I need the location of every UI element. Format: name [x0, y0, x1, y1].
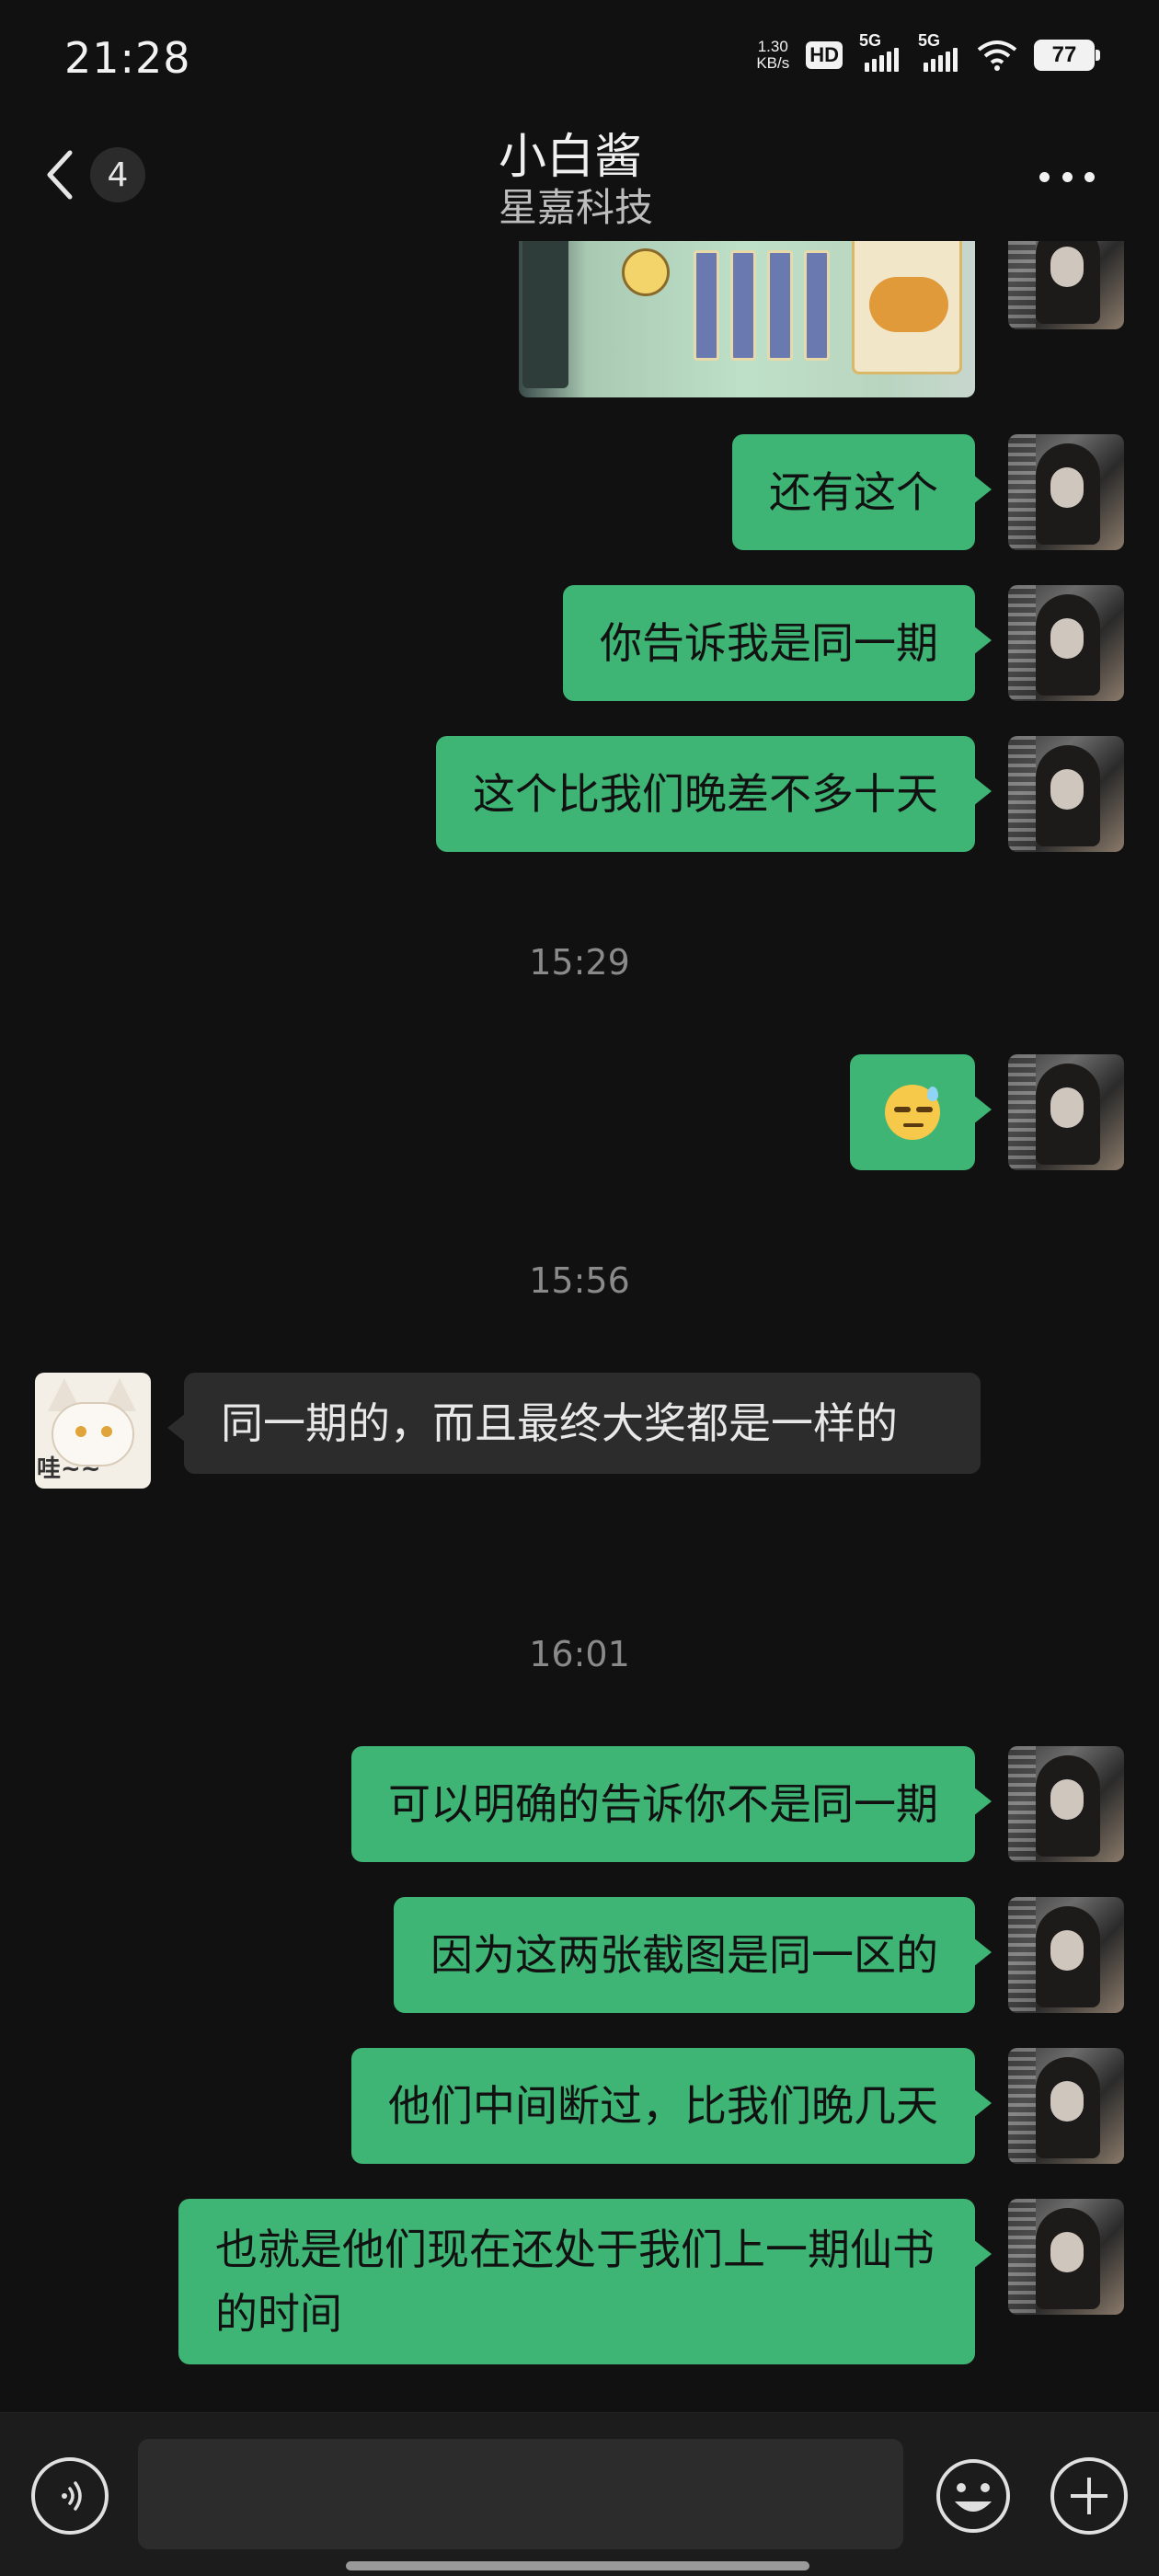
dot-icon: [1084, 171, 1095, 182]
dot-icon: [1061, 171, 1073, 182]
message-bubble-sent[interactable]: 这个比我们晚差不多十天: [436, 736, 992, 852]
my-avatar[interactable]: [1008, 2048, 1124, 2164]
unread-count-badge: 4: [90, 147, 145, 202]
message-list[interactable]: 还有这个 你告诉我是同一期 这个比我们晚差不多十天 15:29 15:56 哇~…: [0, 241, 1159, 2412]
back-button[interactable]: 4: [40, 138, 160, 212]
my-avatar[interactable]: [1008, 1746, 1124, 1862]
input-bar: [0, 2412, 1159, 2576]
my-avatar[interactable]: [1008, 241, 1124, 329]
status-bar: 21:28 1.30 KB/s HD 5G 5G 77: [0, 0, 1159, 120]
dot-icon: [1039, 171, 1050, 182]
my-avatar[interactable]: [1008, 1054, 1124, 1170]
my-avatar[interactable]: [1008, 736, 1124, 852]
message-input[interactable]: [138, 2439, 903, 2549]
message-row: 还有这个: [0, 434, 1159, 550]
message-row: 这个比我们晚差不多十天: [0, 736, 1159, 852]
message-row: 也就是他们现在还处于我们上一期仙书的时间: [0, 2199, 1159, 2374]
status-icons: 1.30 KB/s HD 5G 5G 77: [756, 31, 1100, 72]
voice-button[interactable]: [31, 2457, 109, 2535]
my-avatar[interactable]: [1008, 434, 1124, 550]
message-bubble-sent[interactable]: [850, 1054, 992, 1170]
voice-icon: [62, 2481, 82, 2511]
prize-display: [852, 241, 962, 374]
emoji-icon[interactable]: [935, 2457, 1012, 2535]
timestamp: 15:29: [529, 942, 630, 983]
message-row: 可以明确的告诉你不是同一期: [0, 1746, 1159, 1862]
my-avatar[interactable]: [1008, 585, 1124, 701]
message-bubble-sent[interactable]: 还有这个: [732, 434, 992, 550]
home-indicator[interactable]: [346, 2561, 809, 2570]
chevron-left-icon: [47, 150, 73, 200]
message-row: 他们中间断过，比我们晚几天: [0, 2048, 1159, 2164]
message-bubble-sent[interactable]: 你告诉我是同一期: [563, 585, 992, 701]
chat-subtitle: 星嘉科技: [499, 185, 654, 230]
sweat-smile-emoji-icon: [885, 1085, 940, 1140]
message-bubble-received[interactable]: 同一期的，而且最终大奖都是一样的: [167, 1373, 981, 1474]
message-bubble-sent[interactable]: 因为这两张截图是同一区的: [394, 1897, 992, 2013]
plus-icon[interactable]: [1050, 2457, 1128, 2535]
timestamp: 15:56: [529, 1260, 630, 1301]
my-avatar[interactable]: [1008, 2199, 1124, 2315]
message-row: 因为这两张截图是同一区的: [0, 1897, 1159, 2013]
message-row: 你告诉我是同一期: [0, 585, 1159, 701]
message-row: 哇~~ 同一期的，而且最终大奖都是一样的: [0, 1373, 1159, 1547]
timestamp: 16:01: [529, 1634, 630, 1674]
message-bubble-sent[interactable]: 可以明确的告诉你不是同一期: [351, 1746, 992, 1862]
message-bubble-sent[interactable]: 也就是他们现在还处于我们上一期仙书的时间: [178, 2199, 992, 2364]
net-speed: 1.30 KB/s: [756, 38, 790, 72]
signal-icon-sim1: 5G: [859, 31, 901, 72]
my-avatar[interactable]: [1008, 1897, 1124, 2013]
battery-icon: 77: [1034, 40, 1100, 71]
chat-header: 4 小白酱 星嘉科技: [0, 110, 1159, 239]
message-row: [0, 1054, 1159, 1170]
more-options-button[interactable]: [1030, 158, 1104, 195]
status-time: 21:28: [64, 33, 191, 83]
signal-icon-sim2: 5G: [918, 31, 960, 72]
message-image[interactable]: [0, 241, 1159, 407]
hd-icon: HD: [806, 41, 843, 69]
game-screenshot-image[interactable]: [519, 241, 975, 397]
contact-avatar[interactable]: 哇~~: [35, 1373, 151, 1489]
wifi-icon: [977, 40, 1017, 71]
message-bubble-sent[interactable]: 他们中间断过，比我们晚几天: [351, 2048, 992, 2164]
